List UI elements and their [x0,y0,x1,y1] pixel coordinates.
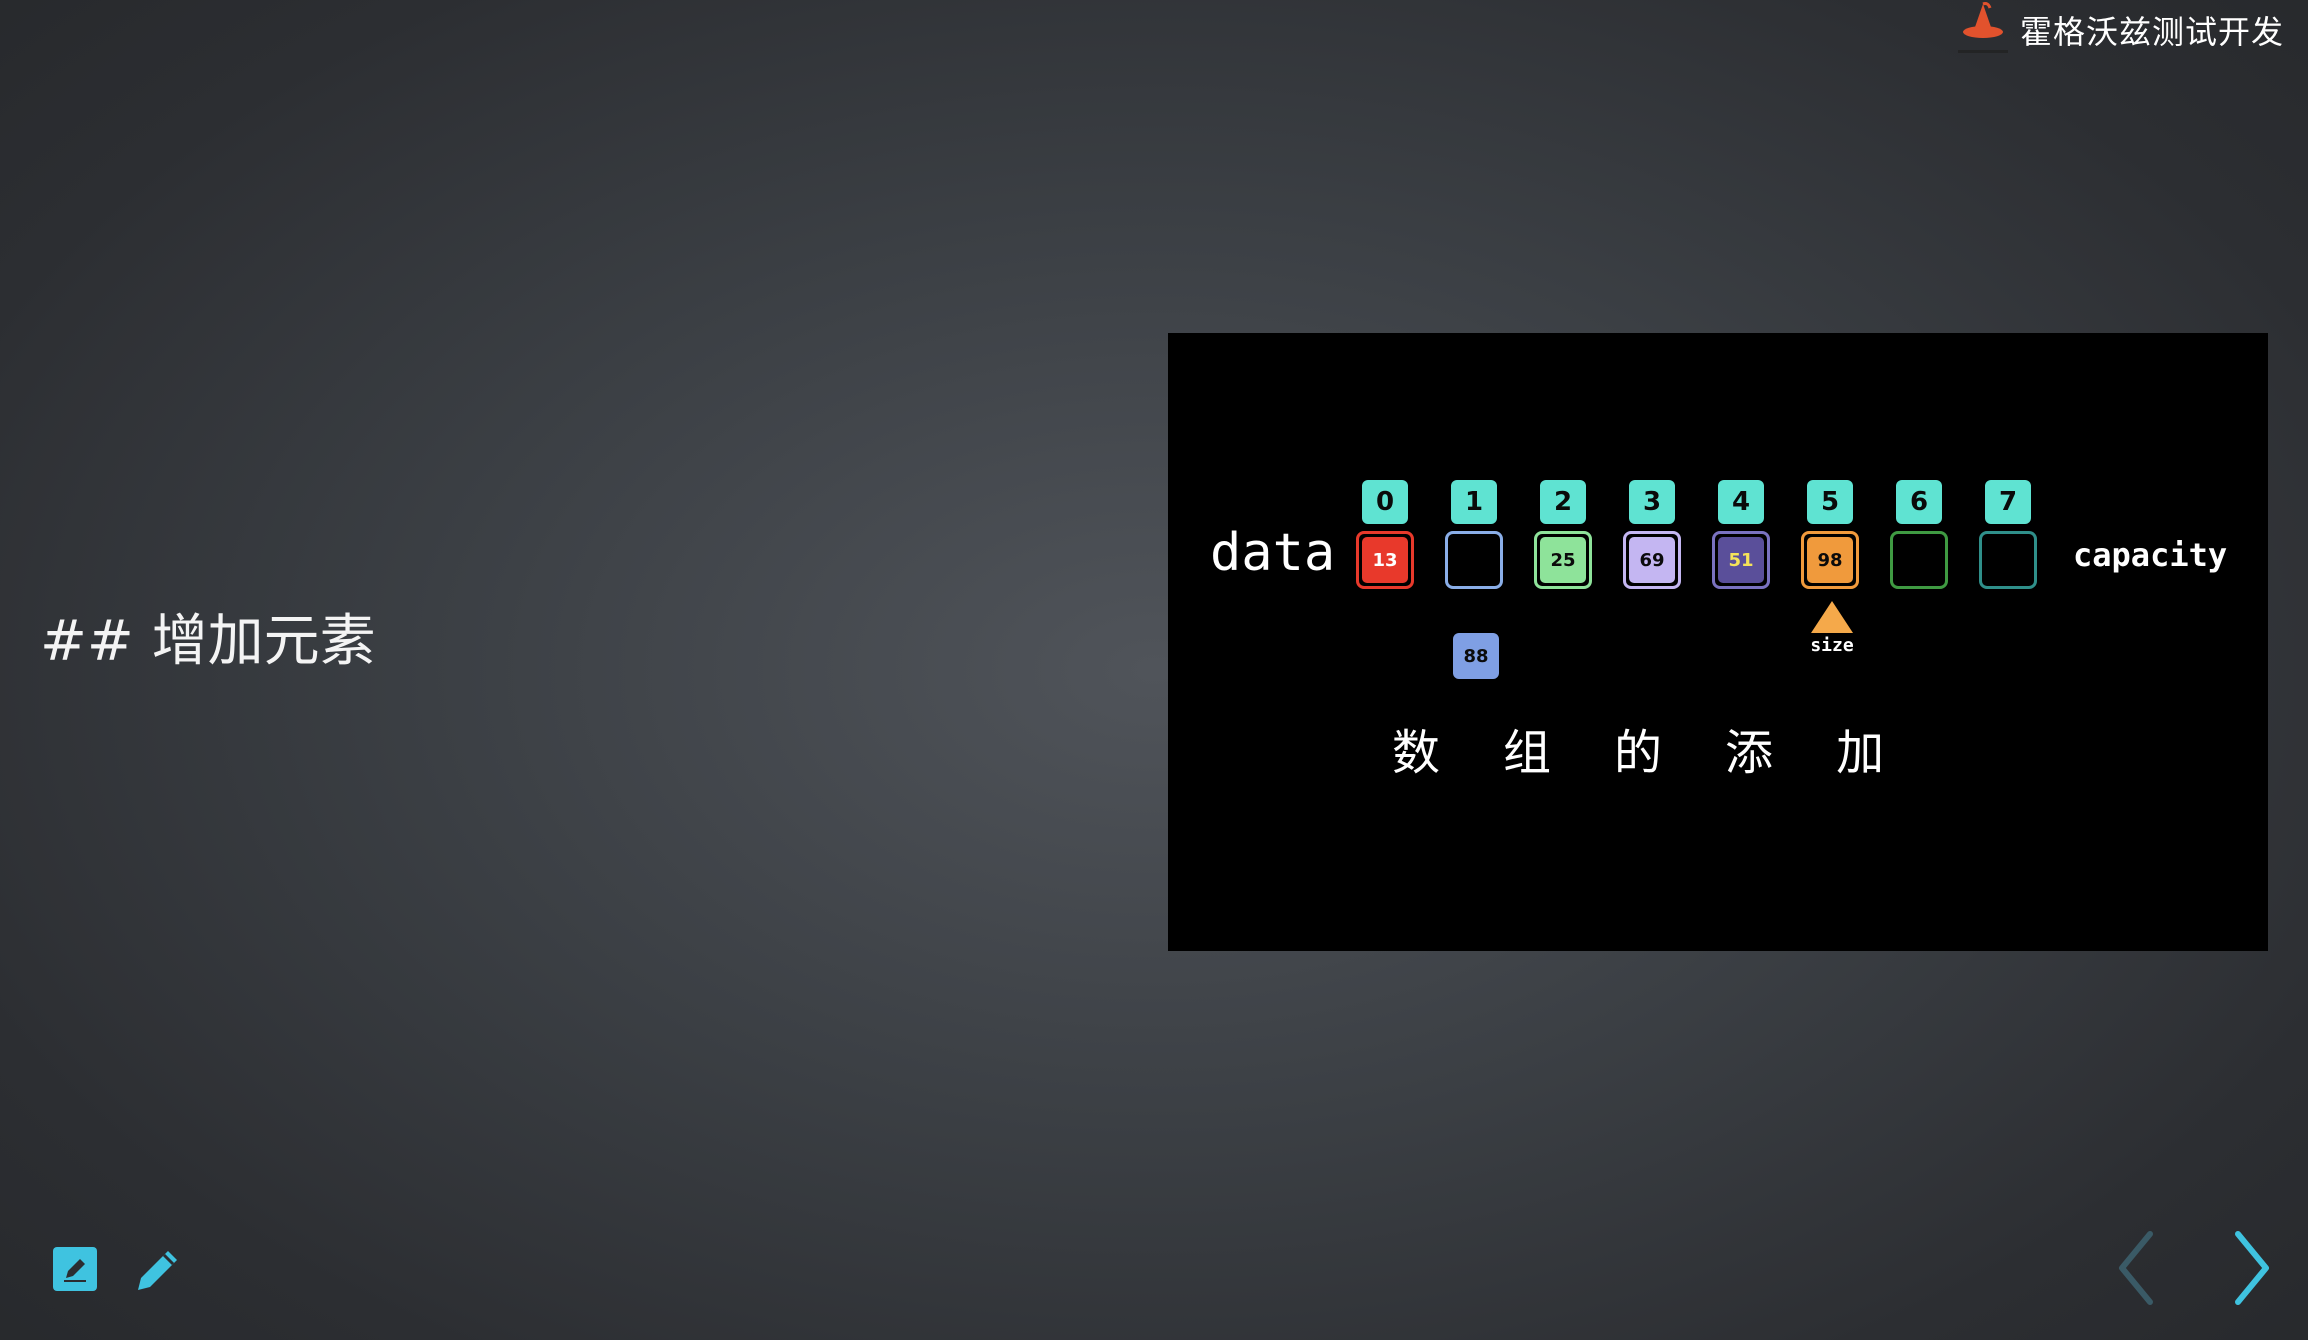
slide-heading: ## 增加元素 [40,609,376,674]
array-cell-value: 69 [1629,537,1675,583]
index-badge-4: 4 [1718,480,1764,524]
array-cell-5: 98 [1801,531,1859,589]
index-badge-6: 6 [1896,480,1942,524]
size-label: size [1810,635,1854,656]
brand: 霍格沃兹测试开发 [1952,0,2284,60]
array-cell-value: 98 [1807,537,1853,583]
caption-char: 的 [1614,725,1663,781]
index-badge-1: 1 [1451,480,1497,524]
size-arrow-icon [1811,601,1853,633]
animation-frame: data capacity 88 size 数 组 的 添 加 0 1 2 3 4 5 6 7 13 25… [1168,333,2268,951]
pencil-button[interactable] [132,1244,184,1296]
edit-square-button[interactable] [52,1246,98,1292]
array-cell-7 [1979,531,2037,589]
array-cell-value: 51 [1718,537,1764,583]
brand-name: 霍格沃兹测试开发 [2019,13,2284,51]
prev-slide-button[interactable] [2108,1226,2168,1310]
edit-square-icon [53,1247,97,1291]
index-badge-7: 7 [1985,480,2031,524]
caption-char: 添 [1725,725,1774,781]
array-cell-value: 25 [1540,537,1586,583]
pencil-icon [138,1251,177,1290]
chevron-left-icon [2119,1231,2153,1305]
capacity-label: capacity [2073,536,2228,574]
caption-char: 数 [1392,725,1441,781]
index-badge-0: 0 [1362,480,1408,524]
caption: 数组的添加 [1392,725,1884,781]
wizard-hat-logo [1957,2,2008,53]
pending-element: 88 [1453,633,1499,679]
array-cell-0: 13 [1356,531,1414,589]
index-badge-3: 3 [1629,480,1675,524]
index-badge-5: 5 [1807,480,1853,524]
next-slide-button[interactable] [2220,1226,2280,1310]
array-cell-3: 69 [1623,531,1681,589]
array-cell-1 [1445,531,1503,589]
caption-char: 组 [1503,725,1552,781]
array-cell-4: 51 [1712,531,1770,589]
array-cell-value: 13 [1362,537,1408,583]
array-cell-2: 25 [1534,531,1592,589]
chevron-right-icon [2235,1231,2269,1305]
size-pointer: size [1806,599,1858,661]
data-label: data [1210,523,1336,583]
caption-char: 加 [1836,725,1885,781]
array-cell-6 [1890,531,1948,589]
index-badge-2: 2 [1540,480,1586,524]
